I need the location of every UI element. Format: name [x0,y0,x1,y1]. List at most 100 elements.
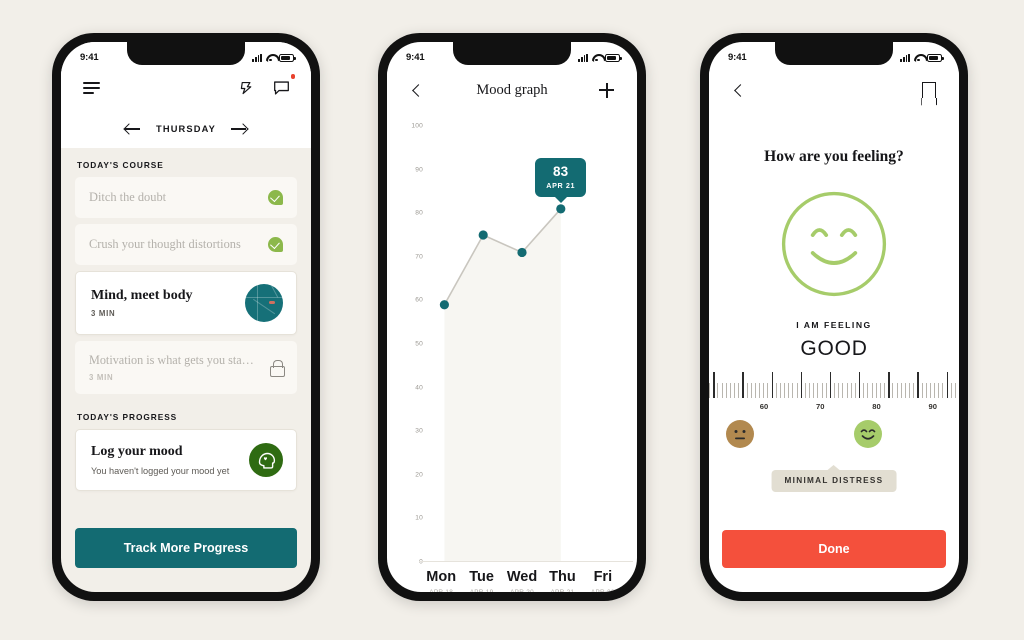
done-button[interactable]: Done [722,530,946,568]
y-tick-label: 20 [415,471,423,479]
wifi-icon [914,54,924,62]
phone-course-screen: 9:41 THURSDAY TODAY'S COURSE Ditch the d… [52,33,320,601]
chart-data-point[interactable] [439,300,449,310]
ruler-minor-tick [767,383,769,398]
course-item-1[interactable]: Crush your thought distortions [75,224,297,265]
y-tick-label: 70 [415,253,423,261]
phone-mood-graph-screen: 9:41 Mood graph 0 10 20 30 40 50 60 70 80 9 [378,33,646,601]
x-axis-labels: Mon APR 18 Tue APR 19 Wed APR 20 Thu APR 21 Fri A… [387,562,637,592]
award-icon [240,81,251,94]
x-tick-day: Thu [549,569,576,585]
ruler-minor-tick [892,383,894,398]
add-entry-button[interactable] [594,77,620,103]
ruler-major-tick [917,372,919,398]
menu-button[interactable] [78,75,104,101]
ruler-minor-tick [838,383,840,398]
ruler-minor-tick [788,383,790,398]
chart-plot: 83 APR 21 [425,126,619,562]
ruler-minor-tick [854,383,856,398]
ruler-minor-tick [813,383,815,398]
x-tick-group: Tue APR 19 [461,569,501,592]
ruler-minor-tick [729,383,731,398]
ruler-minor-tick [867,383,869,398]
bookmark-icon [922,81,936,99]
log-mood-card[interactable]: Log your mood You haven't logged your mo… [75,429,297,491]
course-item-2[interactable]: Mind, meet body 3 MIN [75,271,297,335]
award-button[interactable] [233,75,259,101]
x-tick-day: Fri [593,569,613,585]
mood-graph-navbar: Mood graph [387,70,637,110]
x-tick-group: Mon APR 18 [421,569,461,592]
tooltip-date: APR 21 [546,180,576,190]
log-mood-subtitle: You haven't logged your mood yet [91,466,230,476]
ruler-minor-tick [709,383,710,398]
course-item-3[interactable]: Motivation is what gets you sta… 3 MIN [75,341,297,394]
ruler-minor-tick [750,383,752,398]
y-tick-label: 60 [415,296,423,304]
feeling-navbar [709,70,959,110]
y-tick-label: 0 [419,558,423,566]
hamburger-icon [82,82,100,94]
app-showcase: 9:41 THURSDAY TODAY'S COURSE Ditch the d… [0,0,1024,640]
track-more-progress-button[interactable]: Track More Progress [75,528,297,568]
ruler-minor-tick [863,383,865,398]
ruler-minor-tick [879,383,881,398]
meditation-circle-icon [245,284,283,322]
prev-day-button[interactable] [125,123,141,135]
mood-slider-ruler[interactable] [709,364,959,398]
ruler-major-tick [771,372,773,398]
chat-button[interactable] [268,74,295,101]
ruler-tick-label: 80 [872,402,881,411]
ruler-minor-tick [759,383,760,398]
face-neutral-icon[interactable] [726,420,755,448]
feeling-question: How are you feeling? [764,148,904,165]
mood-face-markers [709,420,959,460]
course-item-0[interactable]: Ditch the doubt [75,177,297,218]
screen-course: 9:41 THURSDAY TODAY'S COURSE Ditch the d… [61,42,311,592]
next-day-button[interactable] [231,123,247,135]
tooltip-value: 83 [552,163,569,179]
ruler-minor-tick [725,383,727,398]
ruler-tick-label: 60 [759,402,769,411]
back-button[interactable] [726,77,752,103]
chart-svg [439,204,566,562]
back-button[interactable] [404,77,430,103]
day-navigator: THURSDAY [61,106,311,148]
x-tick-date: APR 20 [502,589,542,592]
progress-section-label: TODAY'S PROGRESS [77,412,178,422]
face-happy-icon[interactable] [853,420,882,448]
y-tick-label: 90 [415,166,423,174]
ruler-labels: 60 70 80 90 [709,402,959,416]
battery-icon [927,53,944,62]
course-item-text: Mind, meet body 3 MIN [91,288,193,318]
ruler-minor-tick [938,383,940,398]
ruler-major-tick [742,372,744,398]
page-title: Mood graph [476,81,548,98]
status-time: 9:41 [80,52,99,63]
x-tick-group: Fri APR 22 [583,569,623,592]
ruler-major-tick [800,372,803,398]
x-axis-line [419,561,633,562]
bookmark-button[interactable] [916,77,942,103]
meditation-dot [269,301,275,305]
ruler-minor-tick [804,383,806,398]
phone-notch [775,42,893,65]
status-time: 9:41 [406,52,425,63]
course-body: TODAY'S COURSE Ditch the doubt Crush you… [61,148,311,491]
y-tick-label: 30 [415,427,423,435]
y-tick-label: 50 [415,340,423,348]
chevron-left-icon [412,83,425,97]
ruler-minor-tick [834,383,835,398]
chart-data-point[interactable] [517,247,527,258]
status-icons [900,51,944,62]
ruler-minor-tick [763,383,765,398]
ruler-minor-tick [909,383,910,398]
ruler-minor-tick [950,383,952,398]
chart-data-point[interactable] [556,204,566,214]
ruler-minor-tick [779,383,781,398]
chart-data-point[interactable] [478,230,488,240]
signal-icon [900,53,910,62]
x-tick-day: Mon [426,569,457,585]
head-heart-icon [249,443,283,477]
ruler-minor-tick [904,383,906,398]
